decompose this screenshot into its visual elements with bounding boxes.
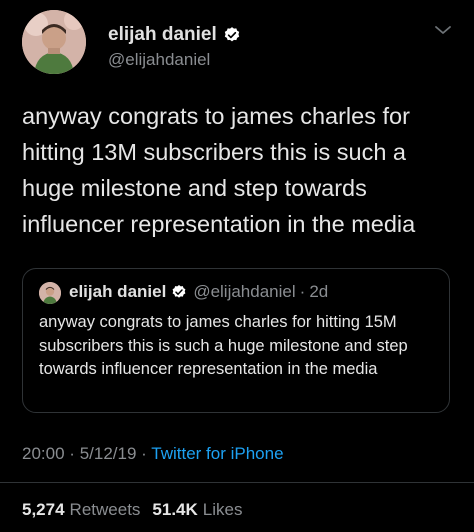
quoted-tweet[interactable]: elijah daniel @elijahdaniel · 2d anyway … xyxy=(22,268,450,413)
likes-count: 51.4K xyxy=(152,500,198,519)
quoted-separator: · xyxy=(299,282,306,301)
quoted-avatar xyxy=(39,282,61,304)
retweets-count: 5,274 xyxy=(22,500,65,519)
quoted-author-name: elijah daniel xyxy=(69,282,167,301)
verified-badge-icon xyxy=(172,285,186,298)
avatar[interactable] xyxy=(22,10,86,74)
author-name[interactable]: elijah daniel xyxy=(108,24,217,46)
retweets-stat[interactable]: 5,274 Retweets xyxy=(22,500,140,520)
meta-separator: · xyxy=(69,444,75,463)
divider xyxy=(0,482,474,483)
tweet-date: 5/12/19 xyxy=(79,444,137,463)
tweet-source-link[interactable]: Twitter for iPhone xyxy=(151,444,283,463)
chevron-down-icon[interactable] xyxy=(434,24,452,36)
avatar-image xyxy=(22,10,86,74)
verified-badge-icon xyxy=(224,27,239,42)
tweet-text: anyway congrats to james charles for hit… xyxy=(22,103,416,237)
meta-separator: · xyxy=(141,444,147,463)
quoted-age: 2d xyxy=(309,282,329,301)
tweet-time: 20:00 xyxy=(22,444,65,463)
tweet-stats: 5,274 Retweets 51.4K Likes xyxy=(22,500,254,520)
quoted-author-handle: @elijahdaniel xyxy=(193,282,296,301)
tweet-meta: 20:00 · 5/12/19 · Twitter for iPhone xyxy=(22,444,284,464)
likes-stat[interactable]: 51.4K Likes xyxy=(152,500,242,520)
author-handle[interactable]: @elijahdaniel xyxy=(108,50,210,70)
tweet-header: elijah daniel @elijahdaniel xyxy=(22,10,452,76)
quoted-avatar-image xyxy=(39,282,61,304)
quoted-tweet-text: anyway congrats to james charles for hit… xyxy=(39,313,408,378)
retweets-label: Retweets xyxy=(69,500,141,519)
likes-label: Likes xyxy=(202,500,243,519)
